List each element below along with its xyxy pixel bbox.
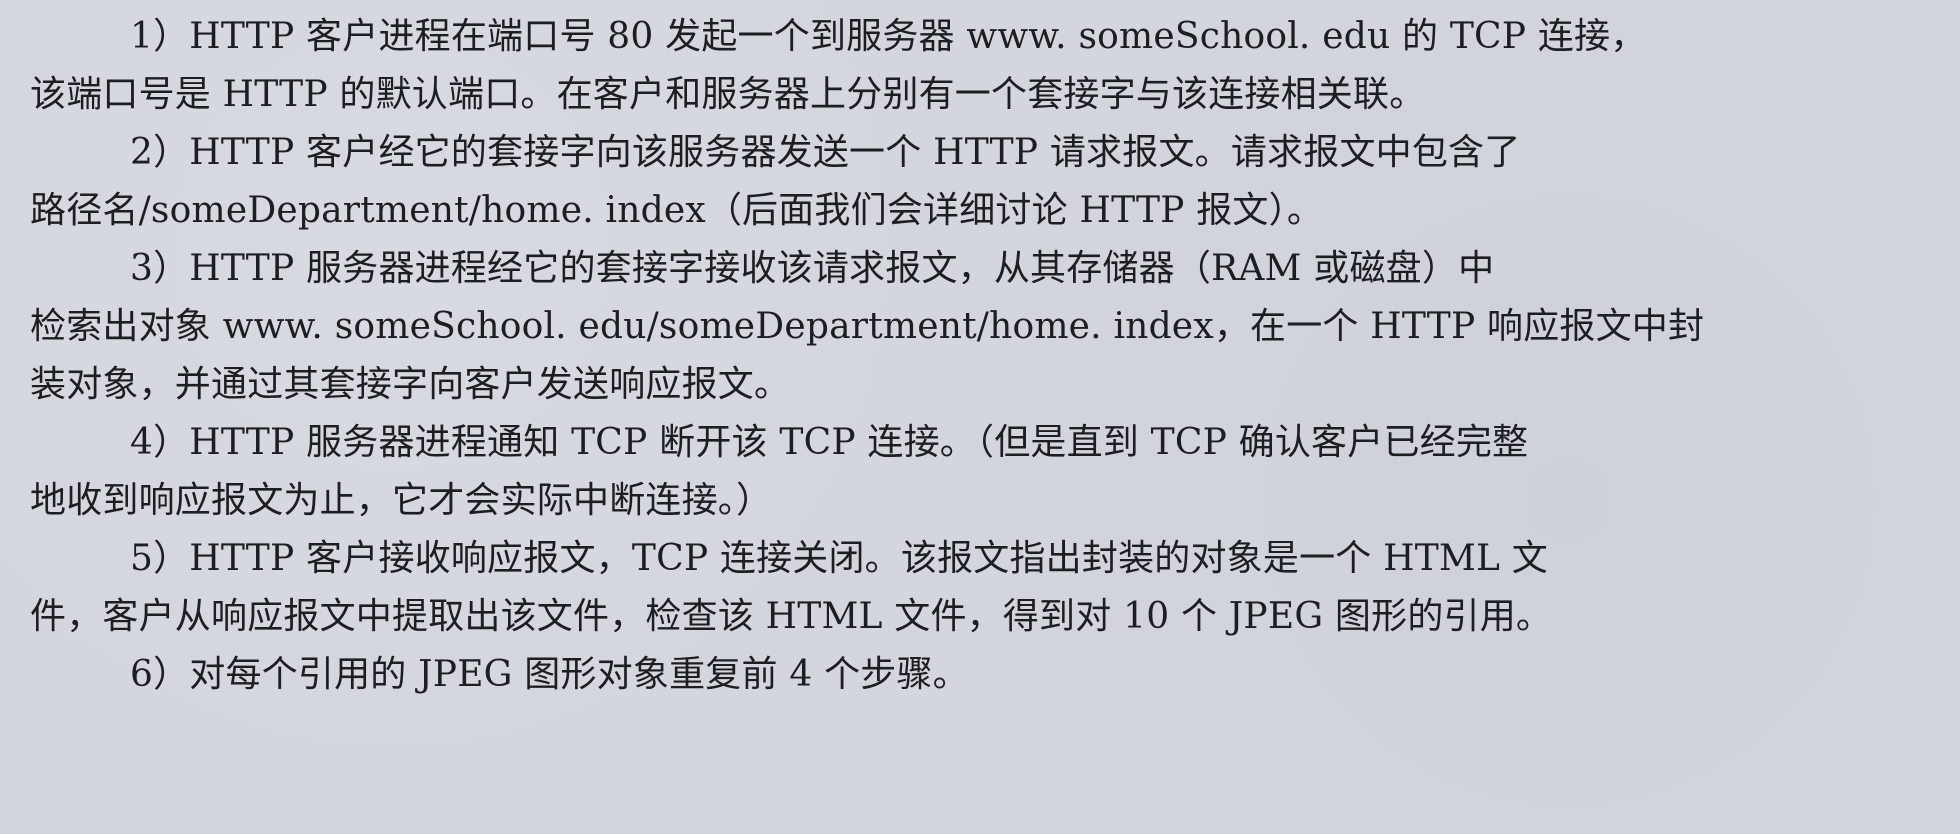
step-3-line-1: 3）HTTP 服务器进程经它的套接字接收该请求报文，从其存储器（RAM 或磁盘）…	[130, 248, 1495, 289]
step-4-line-1: 4）HTTP 服务器进程通知 TCP 断开该 TCP 连接。（但是直到 TCP …	[130, 422, 1529, 463]
document-page: 1）HTTP 客户进程在端口号 80 发起一个到服务器 www. someSch…	[0, 0, 1960, 834]
step-2-line-2: 路径名/someDepartment/home. index（后面我们会详细讨论…	[30, 190, 1324, 231]
step-3-line-3: 装对象，并通过其套接字向客户发送响应报文。	[30, 364, 791, 405]
step-1-line-1: 1）HTTP 客户进程在端口号 80 发起一个到服务器 www. someSch…	[130, 16, 1647, 57]
step-2-line-1: 2）HTTP 客户经它的套接字向该服务器发送一个 HTTP 请求报文。请求报文中…	[130, 132, 1521, 173]
step-6-line-1: 6）对每个引用的 JPEG 图形对象重复前 4 个步骤。	[130, 654, 969, 695]
document-content: 1）HTTP 客户进程在端口号 80 发起一个到服务器 www. someSch…	[30, 8, 1920, 704]
step-4-line-2: 地收到响应报文为止，它才会实际中断连接。）	[30, 480, 773, 521]
step-3-line-2: 检索出对象 www. someSchool. edu/someDepartmen…	[30, 306, 1705, 347]
step-5-line-1: 5）HTTP 客户接收响应报文，TCP 连接关闭。该报文指出封装的对象是一个 H…	[130, 538, 1548, 579]
step-1-line-2: 该端口号是 HTTP 的默认端口。在客户和服务器上分别有一个套接字与该连接相关联…	[30, 74, 1426, 115]
step-5-line-2: 件，客户从响应报文中提取出该文件，检查该 HTML 文件，得到对 10 个 JP…	[30, 596, 1553, 637]
